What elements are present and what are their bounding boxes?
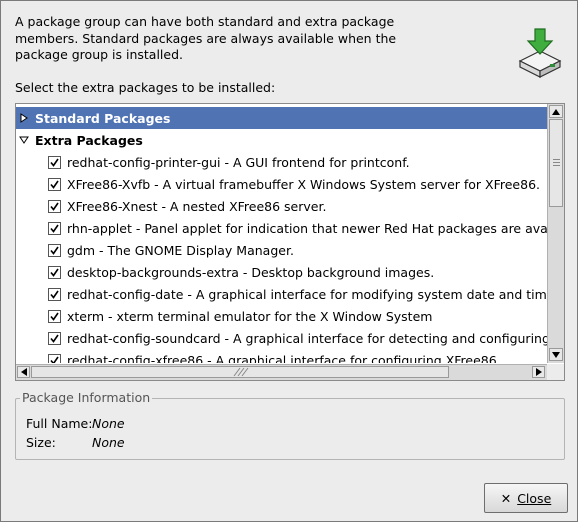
- close-x-icon: ✕: [500, 490, 512, 506]
- scroll-down-button[interactable]: [549, 348, 563, 361]
- package-label: rhn-applet - Panel applet for indication…: [67, 220, 547, 236]
- select-extra-packages-label: Select the extra packages to be installe…: [15, 80, 276, 95]
- package-row[interactable]: redhat-config-printer-gui - A GUI fronte…: [16, 151, 547, 173]
- package-row[interactable]: xterm - xterm terminal emulator for the …: [16, 305, 547, 327]
- package-details-dialog: A package group can have both standard a…: [0, 0, 578, 522]
- checkmark-icon: [50, 356, 59, 363]
- scrollbar-corner: [547, 364, 564, 380]
- package-checkbox[interactable]: [48, 287, 61, 301]
- checkmark-icon: [50, 158, 59, 167]
- package-row[interactable]: redhat-config-date - A graphical interfa…: [16, 283, 547, 305]
- size-row: Size: None: [26, 435, 125, 450]
- package-checkbox[interactable]: [48, 331, 61, 345]
- scroll-right-button[interactable]: [532, 366, 545, 378]
- package-label: redhat-config-date - A graphical interfa…: [67, 286, 547, 302]
- checkmark-icon: [50, 334, 59, 343]
- expander-collapsed-icon[interactable]: [18, 112, 30, 124]
- checkmark-icon: [50, 202, 59, 211]
- checkmark-icon: [50, 290, 59, 299]
- package-information-frame: Package Information Full Name: None Size…: [15, 390, 565, 460]
- package-information-title: Package Information: [20, 390, 153, 405]
- checkmark-icon: [50, 312, 59, 321]
- package-label: redhat-config-soundcard - A graphical in…: [67, 330, 547, 346]
- package-row[interactable]: XFree86-Xvfb - A virtual framebuffer X W…: [16, 173, 547, 195]
- horizontal-scrollbar[interactable]: [16, 364, 547, 380]
- close-button-label: Close: [517, 490, 552, 506]
- package-label: gdm - The GNOME Display Manager.: [67, 242, 294, 258]
- package-checkbox[interactable]: [48, 155, 61, 169]
- grip-icon: [233, 367, 249, 377]
- package-row[interactable]: redhat-config-xfree86 - A graphical inte…: [16, 349, 547, 363]
- checkmark-icon: [50, 180, 59, 189]
- package-install-icon: [515, 27, 565, 79]
- checkmark-icon: [50, 224, 59, 233]
- arrow-right-icon: [535, 368, 542, 376]
- package-checkbox[interactable]: [48, 221, 61, 235]
- package-label: xterm - xterm terminal emulator for the …: [67, 308, 433, 324]
- full-name-label: Full Name:: [26, 416, 93, 431]
- package-label: XFree86-Xvfb - A virtual framebuffer X W…: [67, 176, 541, 192]
- full-name-row: Full Name: None: [26, 416, 125, 431]
- package-checkbox[interactable]: [48, 265, 61, 279]
- full-name-value: None: [92, 416, 125, 431]
- package-row[interactable]: XFree86-Xnest - A nested XFree86 server.: [16, 195, 547, 217]
- package-checkbox[interactable]: [48, 177, 61, 191]
- package-checkbox[interactable]: [48, 243, 61, 257]
- package-row[interactable]: desktop-backgrounds-extra - Desktop back…: [16, 261, 547, 283]
- size-label: Size:: [26, 435, 56, 450]
- package-tree-view: Standard Packages Extra Packages redhat-…: [16, 104, 547, 363]
- group-row-extra-packages[interactable]: Extra Packages: [16, 129, 547, 151]
- close-button[interactable]: ✕ Close: [484, 483, 568, 513]
- vertical-scrollbar[interactable]: [547, 104, 564, 363]
- expander-expanded-icon[interactable]: [18, 134, 30, 146]
- arrow-up-icon: [552, 108, 560, 115]
- package-checkbox[interactable]: [48, 309, 61, 323]
- size-value: None: [92, 435, 125, 450]
- group-label: Standard Packages: [35, 110, 171, 126]
- package-checkbox[interactable]: [48, 199, 61, 213]
- package-label: redhat-config-printer-gui - A GUI fronte…: [67, 154, 410, 170]
- package-label: XFree86-Xnest - A nested XFree86 server.: [67, 198, 327, 214]
- package-row[interactable]: rhn-applet - Panel applet for indication…: [16, 217, 547, 239]
- checkmark-icon: [50, 268, 59, 277]
- arrow-down-icon: [552, 351, 560, 358]
- group-label: Extra Packages: [35, 132, 143, 148]
- intro-text: A package group can have both standard a…: [15, 14, 397, 62]
- checkmark-icon: [50, 246, 59, 255]
- group-row-standard-packages[interactable]: Standard Packages: [16, 107, 547, 129]
- package-row[interactable]: gdm - The GNOME Display Manager.: [16, 239, 547, 261]
- scroll-left-button[interactable]: [17, 366, 30, 378]
- arrow-left-icon: [20, 368, 27, 376]
- package-tree: Standard Packages Extra Packages redhat-…: [15, 103, 565, 381]
- package-checkbox[interactable]: [48, 353, 61, 363]
- package-row[interactable]: redhat-config-soundcard - A graphical in…: [16, 327, 547, 349]
- vertical-scroll-thumb[interactable]: [549, 119, 563, 207]
- package-label: redhat-config-xfree86 - A graphical inte…: [67, 352, 497, 364]
- horizontal-scroll-thumb[interactable]: [31, 366, 449, 378]
- package-label: desktop-backgrounds-extra - Desktop back…: [67, 264, 435, 280]
- scroll-up-button[interactable]: [549, 105, 563, 118]
